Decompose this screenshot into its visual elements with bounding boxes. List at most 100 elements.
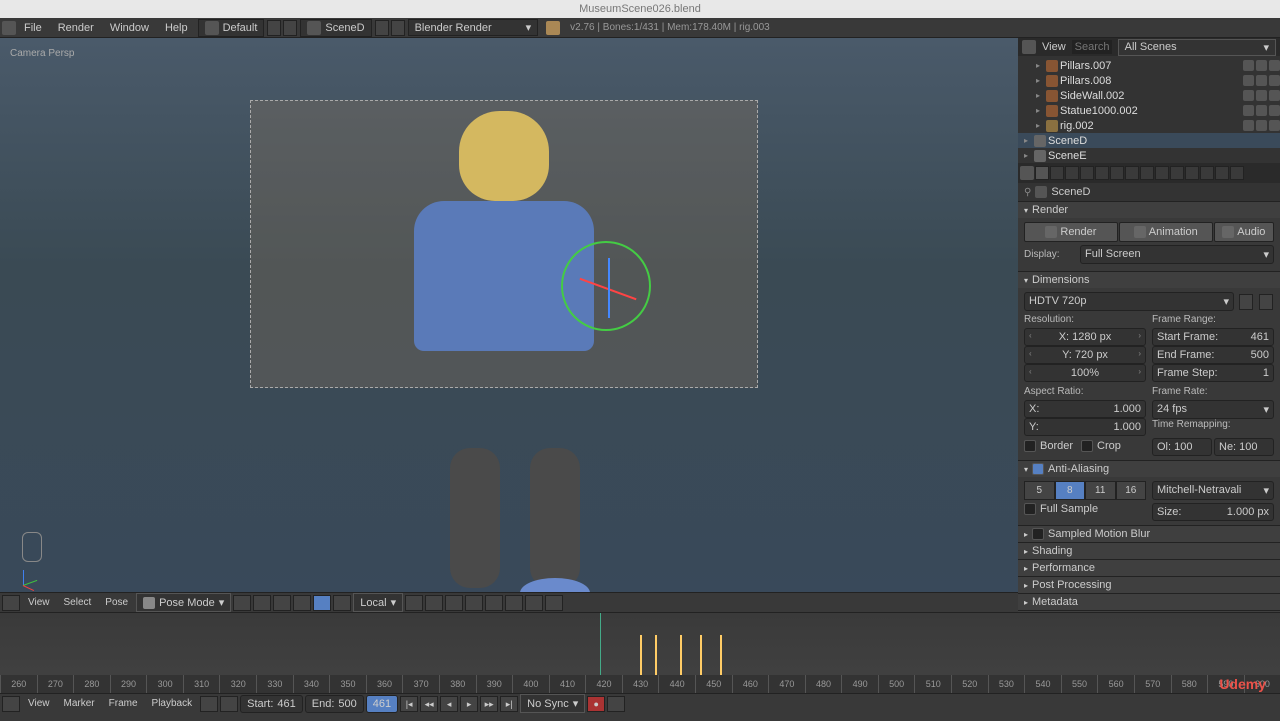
remap-new[interactable]: Ne: 100	[1214, 438, 1274, 456]
panel-header[interactable]: ▾Dimensions	[1018, 272, 1280, 288]
keyframe[interactable]	[700, 635, 702, 675]
keyframe[interactable]	[720, 635, 722, 675]
layout-add[interactable]	[267, 20, 281, 36]
frame-step[interactable]: Frame Step:1	[1152, 364, 1274, 382]
render-icon[interactable]	[1269, 90, 1280, 101]
layout-dropdown[interactable]: Default	[198, 19, 265, 37]
tab-particles[interactable]	[1215, 166, 1229, 180]
vh-view[interactable]: View	[22, 597, 56, 608]
timeline-ruler[interactable]: 2602702802903003103203303403503603703803…	[0, 675, 1280, 693]
remap-old[interactable]: Ol: 100	[1152, 438, 1212, 456]
border-checkbox[interactable]	[1024, 440, 1036, 452]
outliner-type-icon[interactable]	[1022, 40, 1036, 54]
panel-header[interactable]: ▾Output	[1018, 611, 1280, 612]
keyframe[interactable]	[680, 635, 682, 675]
proportional-icon[interactable]	[485, 595, 503, 611]
end-frame[interactable]: End Frame:500	[1152, 346, 1274, 364]
start-frame[interactable]: Start Frame:461	[1152, 328, 1274, 346]
pivot-icon[interactable]	[253, 595, 271, 611]
sel-icon[interactable]	[1256, 105, 1267, 116]
render-icon[interactable]	[1269, 105, 1280, 116]
editor-type-icon[interactable]	[2, 595, 20, 611]
menu-window[interactable]: Window	[102, 22, 157, 34]
aspect-x[interactable]: X:1.000	[1024, 400, 1146, 418]
scene-dropdown[interactable]: SceneD	[300, 19, 371, 37]
vis-icon[interactable]	[1243, 120, 1254, 131]
outliner-search[interactable]	[1072, 40, 1112, 54]
jump-end[interactable]: ▸|	[500, 696, 518, 712]
record-button[interactable]: ●	[587, 696, 605, 712]
current-frame[interactable]: 461	[366, 695, 398, 713]
panel-header[interactable]: ▾Render	[1018, 202, 1280, 218]
render-preview-icon[interactable]	[525, 595, 543, 611]
preset-dropdown[interactable]: HDTV 720p▾	[1024, 292, 1234, 311]
autokey-toggle[interactable]	[220, 696, 238, 712]
keyframe[interactable]	[640, 635, 642, 675]
aa-enable[interactable]	[1032, 463, 1044, 475]
outliner-item[interactable]: ▸Statue1000.002	[1018, 103, 1280, 118]
vis-icon[interactable]	[1243, 75, 1254, 86]
layers-4[interactable]	[465, 595, 483, 611]
snap-type-icon[interactable]	[505, 595, 523, 611]
vh-pose[interactable]: Pose	[99, 597, 134, 608]
preset-add[interactable]	[1239, 294, 1253, 310]
gpencil-icon[interactable]	[545, 595, 563, 611]
aa-8[interactable]: 8	[1055, 481, 1086, 500]
pin-icon[interactable]: ⚲	[1024, 187, 1031, 198]
snap-icon[interactable]	[273, 595, 291, 611]
aa-filter[interactable]: Mitchell-Netravali▾	[1152, 481, 1274, 500]
vh-select[interactable]: Select	[58, 597, 98, 608]
panel-header[interactable]: ▸Shading	[1018, 543, 1280, 559]
orientation-dropdown[interactable]: Local▾	[353, 593, 403, 612]
tab-render[interactable]	[1035, 166, 1049, 180]
prev-key[interactable]: ◂◂	[420, 696, 438, 712]
outliner-item[interactable]: ▸SceneD	[1018, 133, 1280, 148]
aa-5[interactable]: 5	[1024, 481, 1055, 500]
tab-bone[interactable]	[1155, 166, 1169, 180]
keyframe[interactable]	[655, 635, 657, 675]
outliner-item[interactable]: ▸Pillars.008	[1018, 73, 1280, 88]
tab-physics[interactable]	[1230, 166, 1244, 180]
sel-icon[interactable]	[1256, 90, 1267, 101]
outliner-filter[interactable]: All Scenes▾	[1118, 39, 1276, 56]
tab-texture[interactable]	[1200, 166, 1214, 180]
res-pct[interactable]: ‹100%›	[1024, 364, 1146, 382]
end-input[interactable]: End:500	[305, 695, 364, 713]
panel-header[interactable]: ▸Performance	[1018, 560, 1280, 576]
animation-button[interactable]: Animation	[1119, 222, 1213, 242]
vis-icon[interactable]	[1243, 105, 1254, 116]
engine-dropdown[interactable]: Blender Render▾	[408, 19, 539, 36]
tab-modifiers[interactable]	[1125, 166, 1139, 180]
outliner-item[interactable]: ▸SideWall.002	[1018, 88, 1280, 103]
manipulator-icon[interactable]	[293, 595, 311, 611]
tab-boneconstraint[interactable]	[1170, 166, 1184, 180]
display-dropdown[interactable]: Full Screen▾	[1080, 245, 1274, 264]
panel-header[interactable]: ▸Post Processing	[1018, 577, 1280, 593]
vis-icon[interactable]	[1243, 90, 1254, 101]
render-button[interactable]: Render	[1024, 222, 1118, 242]
panel-header[interactable]: ▾Anti-Aliasing	[1018, 461, 1280, 477]
rotation-gizmo[interactable]	[561, 241, 651, 331]
layers-2[interactable]	[425, 595, 443, 611]
vis-icon[interactable]	[1243, 60, 1254, 71]
timeline-type-icon[interactable]	[2, 696, 20, 712]
3d-viewport[interactable]: Camera Persp (461) rig.003 : hand.ik.L V…	[0, 38, 1018, 612]
fps-dropdown[interactable]: 24 fps▾	[1152, 400, 1274, 419]
outliner-item[interactable]: ▸Pillars.007	[1018, 58, 1280, 73]
manipulator-rotate[interactable]	[333, 595, 351, 611]
next-key[interactable]: ▸▸	[480, 696, 498, 712]
tl-frame[interactable]: Frame	[103, 698, 144, 709]
aa-size[interactable]: Size:1.000 px	[1152, 503, 1274, 521]
layers-1[interactable]	[405, 595, 423, 611]
tab-scene[interactable]	[1065, 166, 1079, 180]
play-reverse[interactable]: ◂	[440, 696, 458, 712]
outliner-view-menu[interactable]: View	[1042, 41, 1066, 53]
start-input[interactable]: Start:461	[240, 695, 303, 713]
scene-add[interactable]	[375, 20, 389, 36]
tab-object[interactable]	[1095, 166, 1109, 180]
render-icon[interactable]	[1269, 60, 1280, 71]
tab-layers[interactable]	[1050, 166, 1064, 180]
smb-enable[interactable]	[1032, 528, 1044, 540]
menu-help[interactable]: Help	[157, 22, 196, 34]
panel-header[interactable]: ▸Sampled Motion Blur	[1018, 526, 1280, 542]
